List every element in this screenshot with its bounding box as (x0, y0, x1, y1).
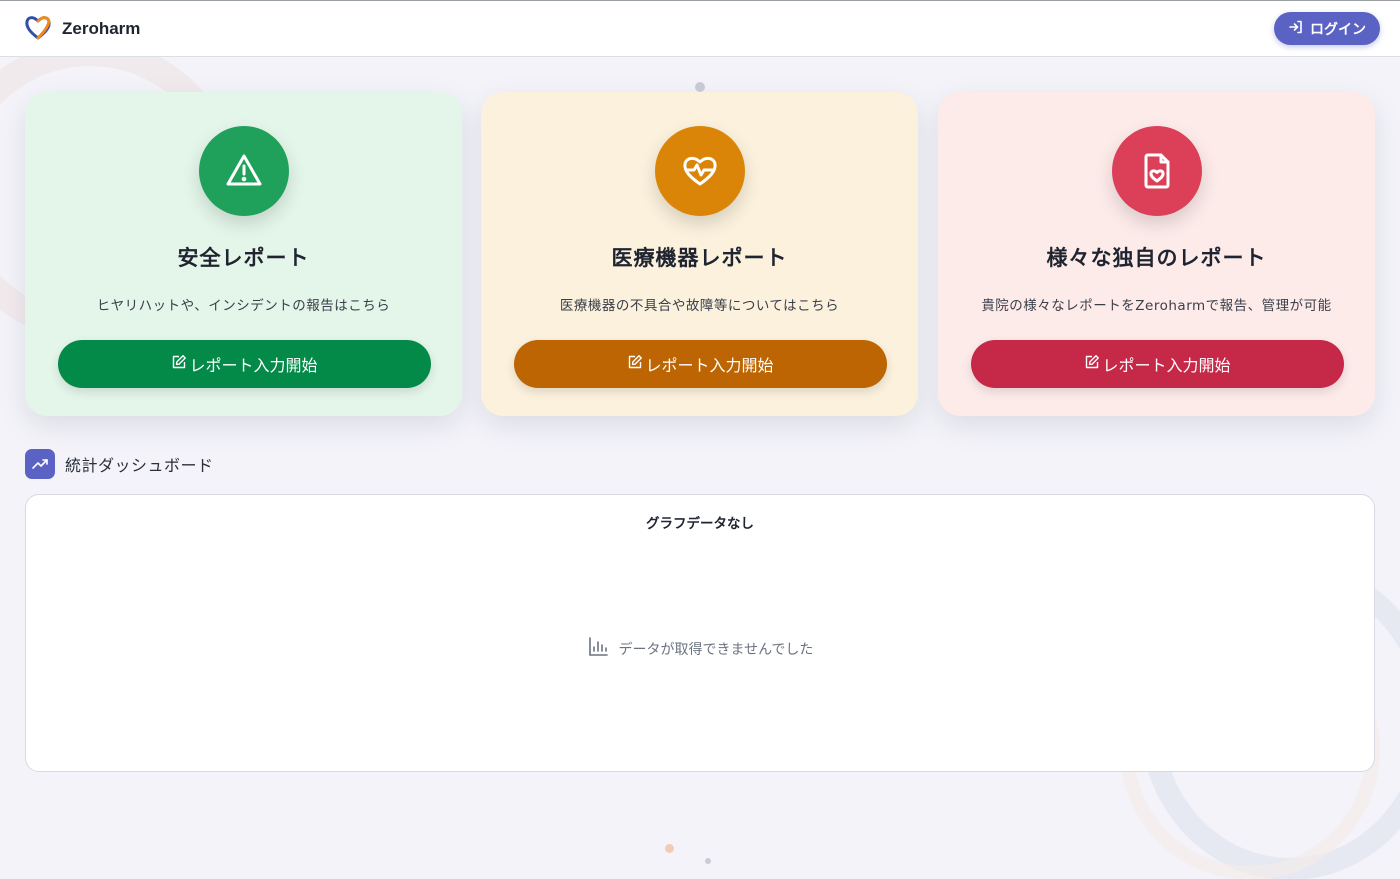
graph-title: グラフデータなし (646, 516, 754, 532)
start-report-button[interactable]: レポート入力開始 (971, 340, 1344, 388)
top-navigation-bar: Zeroharm ログイン (0, 0, 1400, 57)
start-report-button[interactable]: レポート入力開始 (58, 340, 431, 388)
edit-icon (627, 354, 643, 374)
medical-device-report-card: 医療機器レポート 医療機器の不具合や故障等についてはこちら レポート入力開始 (481, 92, 918, 416)
card-title: 様々な独自のレポート (1046, 246, 1267, 270)
empty-state: データが取得できませんでした (26, 636, 1374, 662)
start-report-label: レポート入力開始 (1102, 356, 1231, 375)
safety-report-card: 安全レポート ヒヤリハットや、インシデントの報告はこちら レポート入力開始 (25, 92, 462, 416)
card-description: ヒヤリハットや、インシデントの報告はこちら (96, 298, 391, 314)
background-dot (695, 82, 705, 92)
trending-up-icon (25, 449, 55, 479)
card-description: 医療機器の不具合や故障等についてはこちら (559, 298, 840, 314)
heart-pulse-icon (654, 126, 745, 216)
custom-report-card: 様々な独自のレポート 貴院の様々なレポートをZeroharmで報告、管理が可能 … (938, 92, 1375, 416)
start-report-label: レポート入力開始 (645, 356, 774, 375)
login-arrow-icon (1288, 19, 1304, 39)
warning-triangle-icon (198, 126, 289, 216)
login-label: ログイン (1310, 21, 1366, 38)
stats-dashboard-title: 統計ダッシュボード (65, 456, 214, 475)
brand-name: Zeroharm (62, 18, 141, 38)
background-dot (705, 858, 711, 864)
start-report-label: レポート入力開始 (189, 356, 318, 375)
edit-icon (171, 354, 187, 374)
bar-chart-icon (587, 636, 609, 662)
login-button[interactable]: ログイン (1274, 12, 1380, 45)
card-title: 医療機器レポート (611, 246, 788, 270)
stats-dashboard-header: 統計ダッシュボード (25, 449, 214, 479)
card-title: 安全レポート (177, 246, 310, 270)
start-report-button[interactable]: レポート入力開始 (514, 340, 887, 388)
empty-message: データが取得できませんでした (618, 642, 814, 658)
graph-panel: グラフデータなし データが取得できませんでした (25, 494, 1375, 772)
file-heart-icon (1111, 126, 1202, 216)
edit-icon (1084, 354, 1100, 374)
background-dot (665, 844, 674, 853)
brand[interactable]: Zeroharm (24, 13, 140, 45)
card-description: 貴院の様々なレポートをZeroharmで報告、管理が可能 (981, 298, 1332, 314)
heart-logo-icon (24, 13, 52, 45)
